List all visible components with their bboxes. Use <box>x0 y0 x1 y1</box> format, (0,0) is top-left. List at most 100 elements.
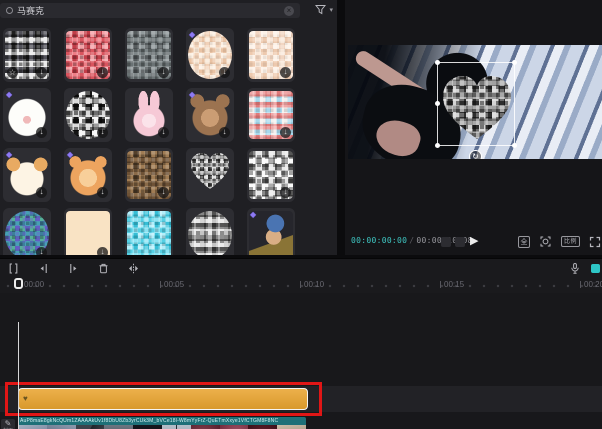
prev-frame-button[interactable] <box>441 237 451 247</box>
download-icon[interactable]: ↓ <box>219 67 230 78</box>
download-icon[interactable]: ↓ <box>158 67 169 78</box>
sticker-item[interactable]: ◆ ☆ ↓ <box>3 88 51 142</box>
search-input[interactable]: 马赛克 × <box>0 3 300 18</box>
vip-badge-icon: ◆ <box>189 90 196 99</box>
download-icon[interactable]: ↓ <box>36 127 47 138</box>
sticker-item[interactable]: ◆ ☆ ↓ <box>247 88 295 142</box>
video-frame-thumbnail <box>277 425 306 429</box>
sticker-item[interactable]: ◆ ☆ ↓ <box>125 88 173 142</box>
timeline-panel: 00:00 00:05 00:10 00:15 00:20 ♥ ✎ 封面 AuP8maE… <box>0 258 602 429</box>
clear-search-icon[interactable]: × <box>284 5 294 16</box>
ruler-time-label: 00:20 <box>580 280 602 289</box>
sticker-thumbnail <box>188 151 232 199</box>
video-frame-thumbnail <box>190 425 220 429</box>
resize-handle-mid-left[interactable] <box>435 101 440 106</box>
sticker-item[interactable]: ◆ ☆ ↓ <box>186 148 234 202</box>
sticker-item[interactable]: ◆ ☆ ↓ <box>3 208 51 255</box>
focus-icon[interactable] <box>539 235 552 248</box>
resize-handle-top-left[interactable] <box>435 60 440 65</box>
download-icon[interactable]: ↓ <box>158 127 169 138</box>
playhead-line[interactable] <box>18 322 19 429</box>
sticker-item[interactable]: ◆ ☆ ↓ <box>3 148 51 202</box>
current-time: 00:00:00:00 <box>351 236 408 245</box>
download-icon[interactable]: ↓ <box>97 67 108 78</box>
preview-right-buttons: 全 比例 <box>517 235 601 248</box>
sticker-item[interactable]: ◆ ☆ ↓ <box>186 88 234 142</box>
timeline-ruler[interactable]: 00:00 00:05 00:10 00:15 00:20 <box>0 277 602 293</box>
download-icon[interactable]: ↓ <box>97 187 108 198</box>
playhead-handle[interactable] <box>14 278 23 289</box>
cover-button[interactable]: ✎ 封面 <box>1 419 15 429</box>
download-icon[interactable]: ↓ <box>280 127 291 138</box>
resize-handle-top-right[interactable] <box>512 60 517 65</box>
search-icon <box>6 7 13 14</box>
ruler-time-label: 00:10 <box>300 280 324 289</box>
quality-button[interactable]: 全 <box>517 235 530 248</box>
track-toggle-chip[interactable] <box>591 263 600 273</box>
sticker-thumbnail <box>188 211 232 255</box>
trim-left-icon[interactable] <box>37 262 50 275</box>
panel-divider-vertical <box>337 0 345 255</box>
timeline-tracks: ♥ ✎ 封面 AuP8maE8gkNcQUm1ZAAAAkUv1f8DbU8Zb… <box>0 293 602 429</box>
video-frame-thumbnail <box>248 425 278 429</box>
preview-panel: ↻ 00:00:00:00/00:00:10:08 ▶ 全 比例 <box>345 0 602 255</box>
sticker-item[interactable]: ◆ ☆ ↓ <box>125 208 173 255</box>
sticker-item[interactable]: ◆ ☆ ↓ <box>64 208 112 255</box>
ruler-time-label: 00:05 <box>160 280 184 289</box>
download-icon[interactable]: ↓ <box>36 247 47 255</box>
sticker-item[interactable]: ◆ ☆ ↓ <box>247 148 295 202</box>
sticker-item[interactable]: ◆ ☆ ↓ <box>125 148 173 202</box>
sticker-item[interactable]: ◆ ☆ ↓ <box>3 28 51 82</box>
video-frame-thumbnail <box>161 425 191 429</box>
vip-badge-icon: ◆ <box>6 150 13 159</box>
download-icon[interactable]: ↓ <box>97 127 108 138</box>
fullscreen-icon[interactable] <box>589 236 601 248</box>
preview-controls: 00:00:00:00/00:00:10:08 ▶ 全 比例 <box>345 233 602 251</box>
sticker-item[interactable]: ◆ ☆ ↓ <box>186 208 234 255</box>
sticker-item[interactable]: ◆ ☆ ↓ <box>64 28 112 82</box>
next-frame-button[interactable] <box>455 237 465 247</box>
sticker-item[interactable]: ◆ ☆ ↓ <box>64 148 112 202</box>
search-row: 马赛克 × ▾ <box>0 2 337 20</box>
download-icon[interactable]: ↓ <box>97 247 108 255</box>
video-frame-thumbnail <box>75 425 105 429</box>
video-frame-thumbnail <box>133 425 162 429</box>
sticker-item[interactable]: ◆ ☆ ↓ <box>186 28 234 82</box>
sticker-item[interactable]: ◆ ☆ ↓ <box>64 88 112 142</box>
filter-button[interactable]: ▾ <box>315 4 333 15</box>
download-icon[interactable]: ↓ <box>280 187 291 198</box>
chevron-down-icon: ▾ <box>329 6 333 14</box>
search-value[interactable]: 马赛克 <box>17 4 284 17</box>
resize-handle-bottom-left[interactable] <box>435 143 440 148</box>
selection-box[interactable] <box>435 60 517 148</box>
ruler-time-label: 00:00 <box>20 280 44 289</box>
rotate-handle-icon[interactable]: ↻ <box>469 150 482 159</box>
download-icon[interactable]: ↓ <box>219 127 230 138</box>
resize-handle-bottom-right[interactable] <box>512 143 517 148</box>
favorite-star-icon[interactable]: ☆ <box>7 67 18 78</box>
sticker-item[interactable]: ◆ ☆ ↓ <box>247 28 295 82</box>
vip-badge-icon: ◆ <box>67 150 74 159</box>
download-icon[interactable]: ↓ <box>158 187 169 198</box>
sticker-library-panel: 马赛克 × ▾ ◆ ☆ ↓ ◆ ☆ <box>0 0 337 255</box>
video-clip-filename: AuP8maE8gkNcQUm1ZAAAAkUv1f8DbU8Zb3yrCUk3… <box>18 417 306 425</box>
funnel-icon <box>315 5 327 15</box>
microphone-icon[interactable] <box>569 262 581 275</box>
download-icon[interactable]: ↓ <box>36 67 47 78</box>
sticker-item[interactable]: ◆ ☆ ↓ <box>247 208 295 255</box>
sticker-grid: ◆ ☆ ↓ ◆ ☆ ↓ ◆ ☆ ↓ <box>3 28 295 255</box>
download-icon[interactable]: ↓ <box>36 187 47 198</box>
download-icon[interactable]: ↓ <box>280 67 291 78</box>
split-icon[interactable] <box>7 262 20 275</box>
video-clip[interactable]: AuP8maE8gkNcQUm1ZAAAAkUv1f8DbU8Zb3yrCUk3… <box>18 417 306 429</box>
annotation-red-box <box>5 382 322 416</box>
ruler-time-label: 00:15 <box>440 280 464 289</box>
mirror-icon[interactable] <box>127 262 140 275</box>
play-button[interactable]: ▶ <box>470 234 478 247</box>
sticker-item[interactable]: ◆ ☆ ↓ <box>125 28 173 82</box>
delete-icon[interactable] <box>97 262 110 275</box>
video-preview[interactable]: ↻ <box>348 45 602 159</box>
trim-right-icon[interactable] <box>67 262 80 275</box>
video-frame-thumbnail <box>18 425 47 429</box>
ratio-button[interactable]: 比例 <box>560 236 580 247</box>
